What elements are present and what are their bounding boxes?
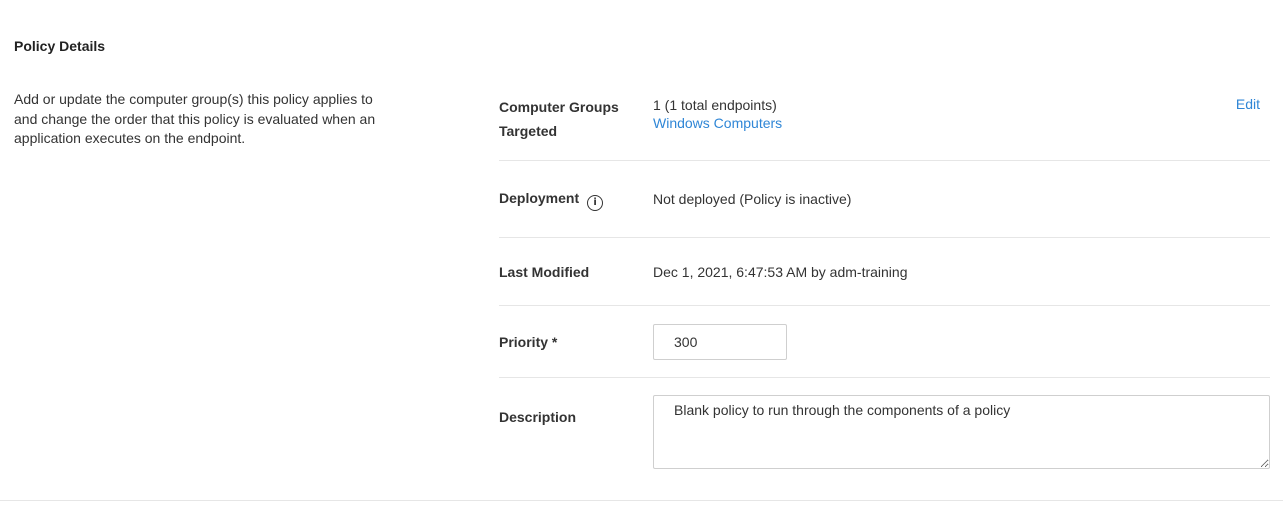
- computer-groups-count: 1 (1 total endpoints): [653, 97, 777, 113]
- windows-computers-link[interactable]: Windows Computers: [653, 114, 782, 132]
- computer-groups-row: Computer Groups Targeted 1 (1 total endp…: [499, 86, 1270, 161]
- deployment-row: Deployment i Not deployed (Policy is inac…: [499, 161, 1270, 238]
- deployment-value: Not deployed (Policy is inactive): [653, 191, 852, 207]
- policy-details-form: Computer Groups Targeted 1 (1 total endp…: [499, 86, 1270, 475]
- last-modified-label: Last Modified: [499, 263, 590, 280]
- computer-groups-value: 1 (1 total endpoints) Windows Computers: [653, 96, 782, 132]
- computer-groups-label: Computer Groups Targeted: [499, 99, 619, 139]
- priority-input[interactable]: [653, 323, 787, 360]
- section-description: Add or update the computer group(s) this…: [14, 91, 376, 146]
- priority-label: Priority *: [499, 333, 558, 350]
- section-title: Policy Details: [14, 38, 106, 54]
- last-modified-row: Last Modified Dec 1, 2021, 6:47:53 AM by…: [499, 238, 1270, 306]
- edit-groups-link[interactable]: Edit: [1236, 96, 1260, 112]
- section-divider: [0, 500, 1283, 501]
- description-textarea[interactable]: Blank policy to run through the componen…: [653, 395, 1270, 469]
- description-label: Description: [499, 409, 577, 425]
- deployment-label-wrap: Deployment i: [499, 187, 604, 211]
- last-modified-link[interactable]: Dec 1, 2021, 6:47:53 AM by adm-training: [653, 263, 907, 281]
- deployment-label: Deployment: [499, 190, 580, 206]
- description-row: Description Blank policy to run through …: [499, 378, 1270, 475]
- info-icon[interactable]: i: [587, 195, 604, 211]
- priority-row: Priority *: [499, 306, 1270, 378]
